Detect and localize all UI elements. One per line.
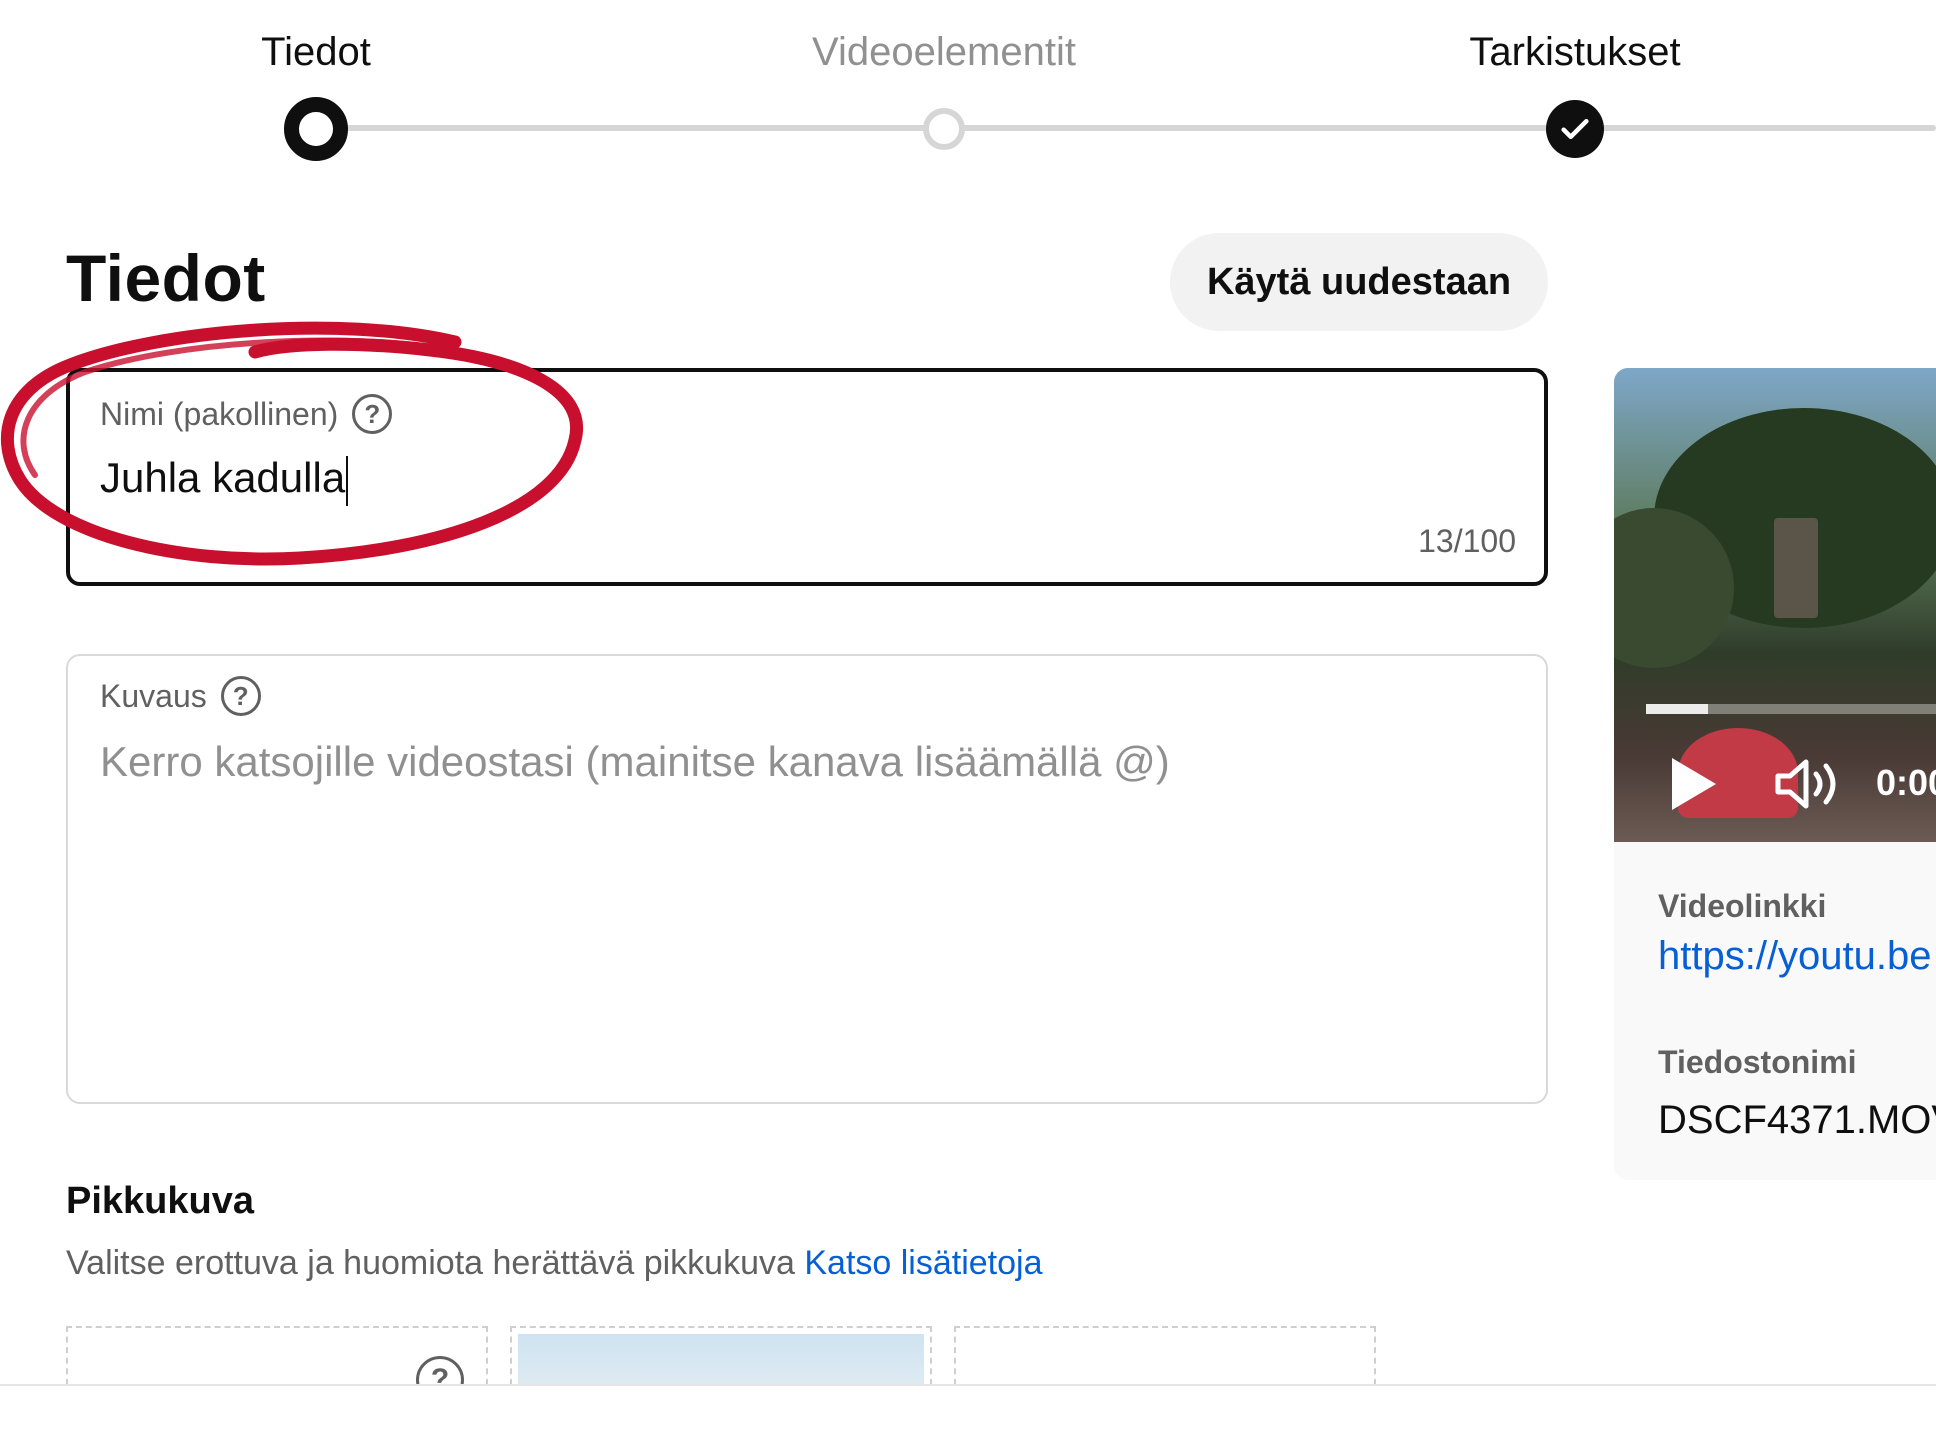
stepper-track bbox=[316, 125, 1936, 131]
description-field-label: Kuvaus bbox=[100, 677, 207, 714]
video-player[interactable]: 0:00 bbox=[1614, 368, 1936, 842]
video-time: 0:00 bbox=[1876, 762, 1936, 803]
play-icon[interactable] bbox=[1672, 758, 1716, 810]
thumbnail-subtitle-text: Valitse erottuva ja huomiota herättävä p… bbox=[66, 1244, 795, 1282]
description-field-label-row: Kuvaus ? bbox=[100, 676, 261, 716]
filename-label: Tiedostonimi bbox=[1658, 1044, 1857, 1080]
video-frame-speaker bbox=[1774, 518, 1818, 618]
step-checks-dot[interactable] bbox=[1546, 100, 1604, 158]
filename-value: DSCF4371.MOV bbox=[1658, 1098, 1936, 1142]
volume-icon[interactable] bbox=[1774, 758, 1844, 810]
video-progress-fill bbox=[1646, 704, 1708, 714]
title-input[interactable] bbox=[100, 454, 1300, 502]
checkmark-icon bbox=[1561, 118, 1589, 140]
upload-stepper: Tiedot Videoelementit Tarkistukset bbox=[0, 0, 1936, 180]
text-caret bbox=[346, 456, 348, 506]
thumbnail-subtitle: Valitse erottuva ja huomiota herättävä p… bbox=[66, 1244, 1043, 1283]
step-details-dot[interactable] bbox=[284, 97, 348, 161]
video-link-label: Videolinkki bbox=[1658, 888, 1827, 924]
description-placeholder: Kerro katsojille videostasi (mainitse ka… bbox=[100, 738, 1170, 785]
help-icon[interactable]: ? bbox=[220, 676, 261, 716]
video-link[interactable]: https://youtu.be bbox=[1658, 934, 1932, 979]
description-field[interactable]: Kuvaus ? Kerro katsojille videostasi (ma… bbox=[66, 654, 1548, 1104]
thumbnail-heading: Pikkukuva bbox=[66, 1180, 254, 1222]
step-video-elements-dot[interactable] bbox=[923, 108, 965, 150]
reuse-details-button[interactable]: Käytä uudestaan bbox=[1170, 233, 1548, 331]
step-checks-label[interactable]: Tarkistukset bbox=[1469, 30, 1680, 75]
step-video-elements-label[interactable]: Videoelementit bbox=[812, 30, 1076, 75]
video-preview-panel: 0:00 Videolinkki https://youtu.be Tiedos… bbox=[1614, 368, 1936, 1180]
title-field[interactable]: Nimi (pakollinen) ? 13/100 bbox=[66, 368, 1548, 586]
title-field-label-row: Nimi (pakollinen) ? bbox=[100, 394, 393, 434]
learn-more-link[interactable]: Katso lisätietoja bbox=[804, 1244, 1042, 1282]
bottom-bar bbox=[0, 1384, 1936, 1446]
page-title: Tiedot bbox=[66, 241, 266, 315]
video-progress-bar[interactable] bbox=[1646, 704, 1936, 714]
title-field-label: Nimi (pakollinen) bbox=[100, 395, 339, 432]
help-icon[interactable]: ? bbox=[352, 394, 393, 434]
character-counter: 13/100 bbox=[1418, 523, 1516, 559]
step-details-label[interactable]: Tiedot bbox=[261, 30, 371, 75]
